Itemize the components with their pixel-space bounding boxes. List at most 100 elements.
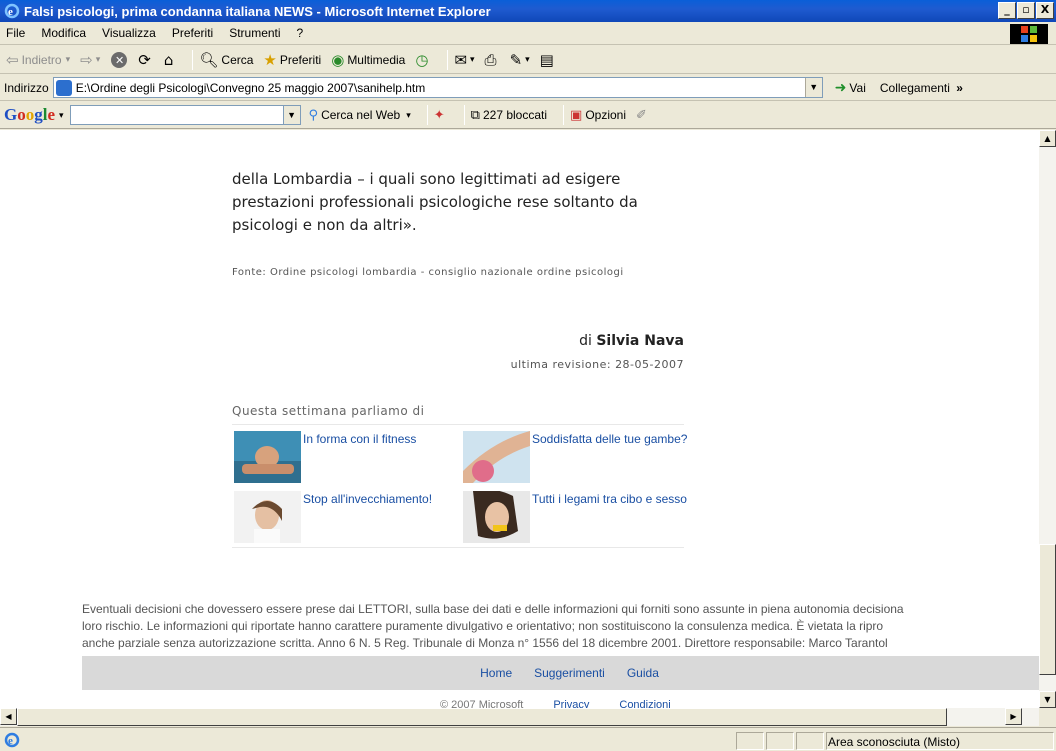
- title-bar: e Falsi psicologi, prima condanna italia…: [0, 0, 1056, 22]
- promo-item[interactable]: Soddisfatta delle tue gambe?: [463, 431, 693, 483]
- toolbar-separator: [192, 49, 194, 70]
- menu-bar: File Modifica Visualizza Preferiti Strum…: [0, 22, 1056, 45]
- favorites-label: Preferiti: [279, 52, 322, 67]
- back-button[interactable]: ⇦ Indietro ▾: [6, 51, 70, 69]
- disclaimer-line: loro rischio. Le informazioni qui riport…: [82, 619, 884, 633]
- menu-visualizza[interactable]: Visualizza: [102, 26, 156, 40]
- food-thumbnail-image: [463, 491, 530, 543]
- google-search-dropdown-icon[interactable]: ▼: [283, 105, 301, 125]
- stop-button[interactable]: ✕: [110, 51, 128, 69]
- menu-help[interactable]: ?: [297, 26, 304, 40]
- promo-link[interactable]: Soddisfatta delle tue gambe?: [532, 431, 687, 483]
- privacy-link[interactable]: Privacy: [553, 699, 589, 708]
- pagerank-icon: ✦: [433, 107, 445, 123]
- footer-link-home[interactable]: Home: [480, 666, 512, 680]
- discuss-button[interactable]: ▤: [540, 51, 557, 69]
- toolbar-separator: [426, 105, 428, 125]
- mail-dropdown-icon[interactable]: ▾: [470, 54, 475, 65]
- mail-button[interactable]: ✉ ▾: [454, 51, 474, 69]
- scroll-left-icon[interactable]: ◀: [0, 708, 17, 725]
- search-web-dropdown-icon[interactable]: ▾: [406, 110, 411, 121]
- links-button[interactable]: Collegamenti »: [880, 81, 963, 95]
- options-button[interactable]: ▣ Opzioni: [570, 108, 626, 123]
- aging-thumbnail-image: [234, 491, 301, 543]
- print-icon: ⎙: [484, 50, 497, 69]
- disclaimer-line: Eventuali decisioni che dovessero essere…: [82, 602, 904, 616]
- media-button[interactable]: ◉ Multimedia: [331, 51, 405, 69]
- back-arrow-icon: ⇦: [6, 50, 19, 69]
- maximize-button[interactable]: ▫: [1017, 2, 1035, 19]
- media-icon: ◉: [331, 50, 345, 69]
- edit-button[interactable]: ✎ ▾: [510, 51, 530, 69]
- vertical-scroll-thumb[interactable]: [1039, 544, 1056, 675]
- menu-preferiti[interactable]: Preferiti: [172, 26, 213, 40]
- standard-toolbar: ⇦ Indietro ▾ ⇨ ▾ ✕ ⟳ ⌂ 🔍︎ Cerca ★ Prefer…: [0, 46, 1056, 74]
- go-label: Vai: [849, 80, 866, 95]
- status-pane: [796, 732, 824, 750]
- pagerank-button[interactable]: ✦: [434, 108, 448, 123]
- forward-button[interactable]: ⇨ ▾: [80, 51, 100, 69]
- edit-dropdown-icon[interactable]: ▾: [525, 54, 530, 65]
- popup-blocker-button[interactable]: ⧉ 227 bloccati: [471, 108, 547, 123]
- windows-logo-icon: [1010, 24, 1048, 44]
- promo-link[interactable]: Stop all'invecchiamento!: [303, 491, 433, 543]
- page-icon: [55, 79, 72, 96]
- favorites-button[interactable]: ★ Preferiti: [263, 51, 321, 69]
- address-input[interactable]: E:\Ordine degli Psicologi\Convegno 25 ma…: [52, 77, 823, 98]
- search-web-label: Cerca nel Web: [321, 108, 401, 122]
- svg-text:e: e: [8, 735, 13, 747]
- refresh-button[interactable]: ⟳: [138, 51, 154, 69]
- conditions-link[interactable]: Condizioni: [619, 699, 670, 708]
- search-web-button[interactable]: ⚲ Cerca nel Web ▾: [309, 108, 411, 123]
- forward-dropdown-icon[interactable]: ▾: [96, 54, 101, 65]
- vertical-scrollbar[interactable]: ▲ ▼: [1039, 130, 1056, 708]
- menu-file[interactable]: File: [6, 26, 25, 40]
- menu-strumenti[interactable]: Strumenti: [229, 26, 280, 40]
- status-pane: [736, 732, 764, 750]
- scroll-up-icon[interactable]: ▲: [1039, 130, 1056, 147]
- chevron-right-icon: »: [956, 80, 963, 95]
- refresh-icon: ⟳: [138, 50, 151, 69]
- back-dropdown-icon[interactable]: ▾: [66, 54, 71, 65]
- search-button[interactable]: 🔍︎ Cerca: [199, 51, 253, 69]
- horizontal-scrollbar[interactable]: ◀ ▶: [0, 708, 1039, 726]
- highlighter-button[interactable]: ✐: [636, 108, 650, 123]
- scroll-down-icon[interactable]: ▼: [1039, 691, 1056, 708]
- highlighter-icon: ✐: [636, 107, 647, 123]
- scroll-right-icon[interactable]: ▶: [1005, 708, 1022, 725]
- address-bar: Indirizzo E:\Ordine degli Psicologi\Conv…: [0, 75, 1056, 101]
- promo-item[interactable]: In forma con il fitness: [234, 431, 454, 483]
- security-zone-label: Area sconosciuta (Misto): [828, 735, 961, 749]
- print-button[interactable]: ⎙: [485, 51, 500, 69]
- home-button[interactable]: ⌂: [164, 51, 177, 69]
- go-button[interactable]: ➜ Vai: [835, 80, 866, 96]
- search-icon: 🔍︎: [199, 50, 219, 69]
- horizontal-scroll-thumb[interactable]: [17, 708, 947, 726]
- promo-item[interactable]: Stop all'invecchiamento!: [234, 491, 454, 543]
- article-source: Fonte: Ordine psicologi lombardia - cons…: [232, 267, 624, 278]
- revision-date: ultima revisione: 28-05-2007: [510, 358, 684, 371]
- footer-link-suggestions[interactable]: Suggerimenti: [534, 666, 605, 680]
- google-search-input[interactable]: [69, 105, 284, 125]
- close-button[interactable]: X: [1036, 2, 1054, 19]
- history-button[interactable]: ◷: [415, 51, 431, 69]
- footer-nav: Home Suggerimenti Guida: [82, 656, 1039, 690]
- promo-divider: [232, 547, 684, 548]
- ie-logo-icon: e: [4, 3, 20, 19]
- menu-modifica[interactable]: Modifica: [41, 26, 86, 40]
- author-prefix: di: [579, 333, 592, 349]
- address-dropdown-icon[interactable]: ▼: [804, 78, 822, 97]
- footer-link-help[interactable]: Guida: [627, 666, 659, 680]
- google-menu-dropdown-icon[interactable]: ▾: [59, 110, 64, 121]
- promo-link[interactable]: Tutti i legami tra cibo e sesso: [532, 491, 687, 543]
- fitness-thumbnail-image: [234, 431, 301, 483]
- address-label: Indirizzo: [4, 80, 49, 95]
- minimize-button[interactable]: _: [998, 2, 1016, 19]
- home-icon: ⌂: [163, 50, 174, 69]
- promo-link[interactable]: In forma con il fitness: [303, 431, 416, 483]
- history-icon: ◷: [415, 50, 429, 69]
- google-logo[interactable]: Google: [4, 105, 55, 125]
- scrollbar-corner: [1039, 708, 1056, 726]
- promo-item[interactable]: Tutti i legami tra cibo e sesso: [463, 491, 693, 543]
- links-label: Collegamenti: [879, 80, 950, 95]
